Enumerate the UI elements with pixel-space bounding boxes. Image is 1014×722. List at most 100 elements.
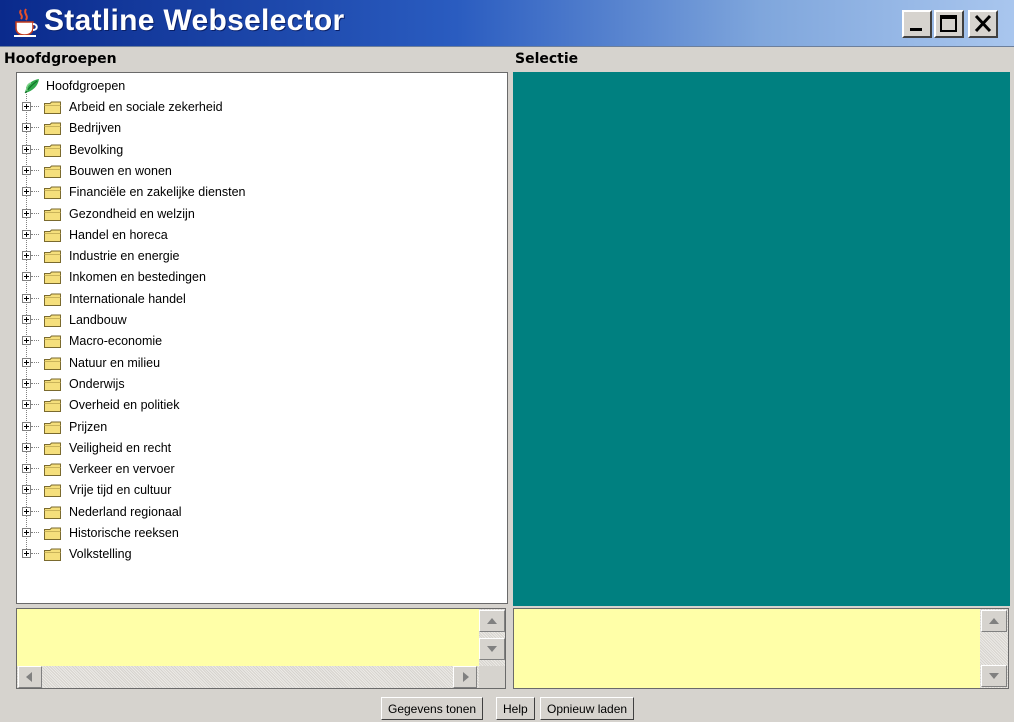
horizontal-scrollbar-left[interactable] — [17, 666, 479, 688]
tree-item[interactable]: Nederland regionaal — [17, 503, 497, 523]
arrow-down-icon — [989, 673, 999, 679]
tree-branch-line — [31, 446, 39, 448]
tree-item[interactable]: Industrie en energie — [17, 247, 497, 267]
maximize-icon — [940, 15, 957, 32]
tree-branch-line — [31, 532, 39, 533]
plus-expander-icon[interactable] — [22, 144, 31, 154]
tree-item-label: Volkstelling — [69, 547, 132, 562]
tree-item-label: Natuur en milieu — [69, 355, 161, 370]
folder-icon — [44, 527, 61, 540]
scroll-up-button-left[interactable] — [479, 610, 505, 632]
tree-item-label: Veiligheid en recht — [69, 440, 172, 455]
info-box-left[interactable] — [16, 608, 506, 689]
plus-expander-icon[interactable] — [22, 315, 31, 324]
tree-item[interactable]: Landbouw — [17, 311, 497, 331]
tree-item[interactable]: Arbeid en sociale zekerheid — [17, 98, 497, 118]
folder-icon — [44, 144, 61, 157]
plus-expander-icon[interactable] — [22, 357, 31, 367]
tree-item[interactable]: Bedrijven — [17, 119, 497, 139]
scroll-up-button-right[interactable] — [981, 610, 1007, 632]
folder-icon — [44, 314, 61, 327]
selection-panel[interactable] — [513, 72, 1010, 606]
tree-item[interactable]: Veiligheid en recht — [17, 439, 497, 459]
tree-item-label: Onderwijs — [69, 376, 125, 391]
tree-item[interactable]: Overheid en politiek — [17, 396, 497, 416]
tree-item[interactable]: Handel en horeca — [17, 226, 497, 246]
tree-branch-line — [31, 148, 39, 150]
title-bar[interactable]: Statline Webselector — [0, 0, 1014, 47]
tree-item-label: Industrie en energie — [69, 249, 180, 264]
tree-item[interactable]: Inkomen en bestedingen — [17, 268, 497, 288]
tree-item-label: Bedrijven — [69, 121, 122, 136]
plus-expander-icon[interactable] — [22, 272, 31, 282]
tree-item-label: Arbeid en sociale zekerheid — [69, 100, 223, 114]
tree-item[interactable]: Bevolking — [17, 141, 497, 161]
tree-item-label: Historische reeksen — [69, 526, 179, 540]
tree-item[interactable]: Verkeer en vervoer — [17, 460, 497, 480]
plus-expander-icon[interactable] — [22, 549, 31, 559]
plus-expander-icon[interactable] — [22, 187, 31, 197]
category-tree[interactable]: Hoofdgroepen Arbeid en sociale zekerheid… — [16, 72, 508, 604]
tree-item[interactable]: Onderwijs — [17, 375, 497, 395]
folder-icon — [44, 101, 61, 114]
scrollbar-corner — [479, 666, 505, 688]
scroll-left-button[interactable] — [18, 666, 42, 688]
plus-expander-icon[interactable] — [22, 165, 31, 175]
tree-item[interactable]: Volkstelling — [17, 545, 497, 565]
tree-item[interactable]: Bouwen en wonen — [17, 162, 497, 182]
reload-button[interactable]: Opnieuw laden — [540, 697, 635, 720]
minimize-button[interactable] — [902, 10, 932, 38]
folder-icon — [44, 186, 61, 200]
plus-expander-icon[interactable] — [22, 464, 31, 474]
plus-expander-icon[interactable] — [22, 421, 31, 431]
plus-expander-icon[interactable] — [22, 506, 31, 516]
plus-expander-icon[interactable] — [22, 400, 31, 410]
plus-expander-icon[interactable] — [22, 336, 31, 346]
tree-branch-line — [31, 489, 39, 491]
plus-expander-icon[interactable] — [22, 528, 31, 537]
plus-expander-icon[interactable] — [22, 485, 31, 495]
arrow-down-icon — [487, 646, 497, 652]
plus-expander-icon[interactable] — [22, 229, 31, 239]
plus-expander-icon[interactable] — [22, 293, 31, 303]
tree-root[interactable]: Hoofdgroepen — [17, 77, 497, 97]
scroll-right-button[interactable] — [453, 666, 477, 688]
tree-item[interactable]: Gezondheid en welzijn — [17, 205, 497, 225]
close-icon — [974, 14, 992, 33]
tree-item[interactable]: Historische reeksen — [17, 524, 497, 544]
plus-expander-icon[interactable] — [22, 442, 31, 452]
close-button[interactable] — [968, 10, 998, 38]
java-cup-icon — [14, 8, 38, 37]
plus-expander-icon[interactable] — [22, 123, 31, 133]
tree-item[interactable]: Financiële en zakelijke diensten — [17, 183, 497, 203]
plus-expander-icon[interactable] — [22, 208, 31, 218]
tree-branch-line — [31, 191, 39, 193]
tree-item-label: Macro-economie — [69, 334, 163, 349]
info-box-right[interactable] — [513, 608, 1009, 689]
folder-icon — [44, 506, 61, 519]
tree-branch-line — [31, 510, 39, 512]
arrow-up-icon — [487, 618, 497, 624]
scroll-down-button-left[interactable] — [479, 638, 505, 660]
plus-expander-icon[interactable] — [22, 251, 31, 261]
show-data-button[interactable]: Gegevens tonen — [381, 697, 484, 720]
help-button[interactable]: Help — [496, 697, 535, 720]
plus-expander-icon[interactable] — [22, 102, 31, 111]
tree-branch-line — [31, 106, 39, 107]
maximize-button[interactable] — [934, 10, 964, 38]
arrow-up-icon — [989, 618, 999, 624]
selectie-header: Selectie — [515, 51, 579, 67]
tree-item[interactable]: Vrije tijd en cultuur — [17, 481, 497, 501]
tree-item[interactable]: Prijzen — [17, 418, 497, 438]
folder-icon — [44, 421, 61, 434]
tree-item[interactable]: Macro-economie — [17, 332, 497, 352]
tree-item-label: Inkomen en bestedingen — [69, 270, 206, 285]
folder-icon — [44, 548, 61, 562]
tree-branch-line — [31, 297, 39, 299]
scroll-down-button-right[interactable] — [981, 665, 1007, 687]
tree-item[interactable]: Natuur en milieu — [17, 354, 497, 374]
plus-expander-icon[interactable] — [22, 378, 31, 388]
tree-item-label: Overheid en politiek — [69, 398, 180, 413]
tree-item[interactable]: Internationale handel — [17, 290, 497, 310]
tree-root-label: Hoofdgroepen — [46, 79, 126, 93]
